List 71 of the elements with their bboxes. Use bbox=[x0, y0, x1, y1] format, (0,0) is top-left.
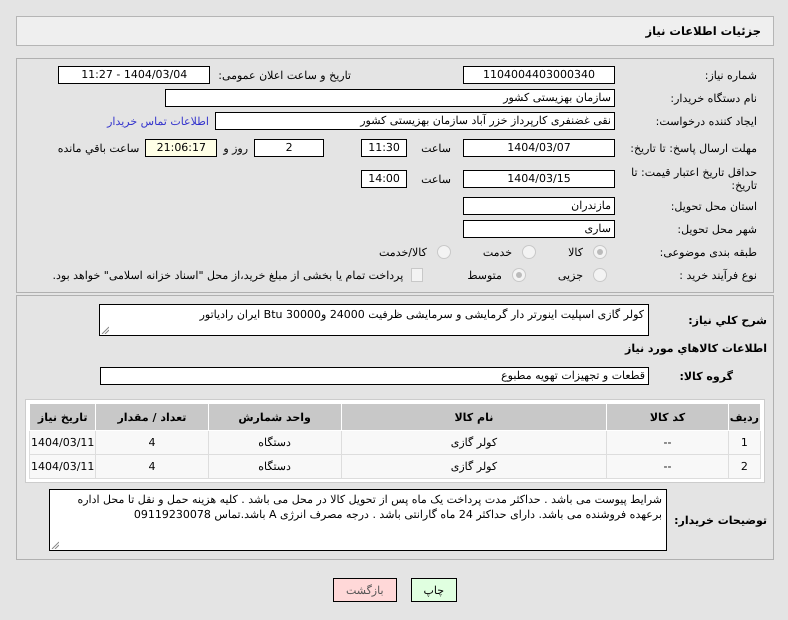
field-label: طبقه بندی موضوعی: bbox=[658, 246, 758, 258]
checkbox[interactable] bbox=[411, 268, 424, 282]
text-field[interactable]: 14:00 bbox=[361, 170, 408, 188]
countdown-field[interactable]: 21:06:17 bbox=[145, 139, 218, 157]
radio-button[interactable] bbox=[512, 268, 526, 282]
text-field[interactable]: 2 bbox=[254, 139, 324, 157]
resize-grip-icon[interactable] bbox=[101, 326, 109, 334]
field-label: استان محل تحویل: bbox=[670, 200, 758, 212]
radio-button[interactable] bbox=[593, 268, 607, 282]
field-label: ایجاد کننده درخواست: bbox=[654, 114, 758, 128]
days-label: روز و bbox=[223, 142, 248, 154]
table-cell: 4 bbox=[96, 454, 208, 478]
field-label: حداقل تاریخ اعتبار قیمت: تا تاریخ: bbox=[630, 166, 758, 192]
table-cell: 1404/03/11 bbox=[30, 454, 96, 478]
text-field[interactable]: قطعات و تجهیزات تهویه مطبوع bbox=[100, 367, 649, 385]
checkbox-label: پرداخت تمام یا بخشی از مبلغ خرید،از محل "اسناد خزانه اسلامی" خواهد بود. bbox=[52, 268, 404, 282]
field-label: شهر محل تحویل: bbox=[676, 222, 758, 236]
table-cell: 4 bbox=[96, 430, 208, 454]
radio-button[interactable] bbox=[522, 245, 536, 259]
column-header: ردیف bbox=[728, 404, 760, 430]
text-field[interactable]: ساری bbox=[463, 220, 615, 238]
table-cell: 2 bbox=[728, 454, 760, 478]
column-header: واحد شمارش bbox=[208, 404, 342, 430]
print-button[interactable]: چاپ bbox=[410, 578, 458, 602]
area-text: کولر گازی اسپلیت اینورتر دار گرمایشی و سرمایشی ظرفیت 24000 و30000 Btu ایران رادیاتور bbox=[200, 308, 644, 321]
radio-label: جزیی bbox=[558, 268, 583, 282]
text-field[interactable]: 1404/03/15 bbox=[463, 170, 615, 188]
table-cell: 1404/03/11 bbox=[30, 430, 96, 454]
field-label: توضیحات خریدار: bbox=[673, 514, 768, 526]
time-label: ساعت bbox=[421, 172, 451, 186]
text-area[interactable] bbox=[49, 489, 667, 551]
contact-link[interactable]: اطلاعات تماس خریدار bbox=[107, 114, 209, 128]
radio-label: متوسط bbox=[467, 268, 502, 282]
table-cell: دستگاه bbox=[208, 430, 342, 454]
text-field[interactable]: 1404/03/04 - 11:27 bbox=[58, 66, 210, 84]
text-area[interactable]: کولر گازی اسپلیت اینورتر دار گرمایشی و سرمایشی ظرفیت 24000 و30000 Btu ایران رادیاتور bbox=[99, 304, 649, 336]
field-label: شرح کلي نياز: bbox=[687, 314, 768, 326]
table-cell: کولر گازی bbox=[341, 430, 607, 454]
time-label: ساعت bbox=[421, 142, 451, 154]
section-heading: اطلاعات کالاهاي مورد نياز bbox=[624, 342, 767, 355]
table-cell: -- bbox=[606, 454, 728, 478]
resize-grip-icon[interactable] bbox=[51, 541, 59, 549]
field-label: شماره نیاز: bbox=[704, 68, 758, 82]
table-cell: کولر گازی bbox=[341, 454, 607, 478]
column-header: تاریخ نیاز bbox=[30, 404, 96, 430]
field-label: تاریخ و ساعت اعلان عمومی: bbox=[218, 68, 351, 82]
radio-label: کالا bbox=[568, 246, 583, 258]
column-header: نام کالا bbox=[341, 404, 607, 430]
text-field[interactable]: مازندران bbox=[463, 197, 615, 215]
text-field[interactable]: سازمان بهزیستی کشور bbox=[165, 89, 615, 107]
remaining-label: ساعت باقي مانده bbox=[58, 142, 140, 154]
text-field[interactable]: 1104004403000340 bbox=[463, 66, 615, 84]
back-button[interactable]: بازگشت bbox=[332, 578, 397, 602]
text-field[interactable]: 11:30 bbox=[361, 139, 408, 157]
area-text: شرایط پیوست می باشد . حداکثر مدت پرداخت یک ماه پس از تحویل کالا در محل می باشد . کلیه هزینه حمل و نقل تا محل اداره برعهده فروشنده می باشد. دارای حداکثر 24 ماه گارانتی باشد . درجه مصرف انرژی A باشد.تماس 09119230078 bbox=[77, 493, 662, 521]
radio-label: خدمت bbox=[482, 246, 512, 258]
field-label: مهلت ارسال پاسخ: تا تاریخ: bbox=[629, 142, 758, 154]
field-label: نوع فرآیند خرید : bbox=[678, 268, 758, 282]
text-field[interactable]: نقی غضنفری کارپرداز خزر آباد سازمان بهزیستی کشور bbox=[215, 112, 615, 130]
column-header: تعداد / مقدار bbox=[96, 404, 208, 430]
field-label: نام دستگاه خریدار: bbox=[669, 92, 758, 104]
radio-button[interactable] bbox=[593, 245, 607, 259]
radio-label: کالا/خدمت bbox=[379, 246, 427, 258]
table-cell: دستگاه bbox=[208, 454, 342, 478]
page-title: جزئیات اطلاعات نیاز bbox=[645, 24, 761, 38]
table-cell: 1 bbox=[728, 430, 760, 454]
table-cell: -- bbox=[606, 430, 728, 454]
text-field[interactable]: 1404/03/07 bbox=[463, 139, 615, 157]
radio-button[interactable] bbox=[436, 245, 451, 259]
field-label: گروه کالا: bbox=[678, 370, 734, 382]
column-header: کد کالا bbox=[606, 404, 728, 430]
